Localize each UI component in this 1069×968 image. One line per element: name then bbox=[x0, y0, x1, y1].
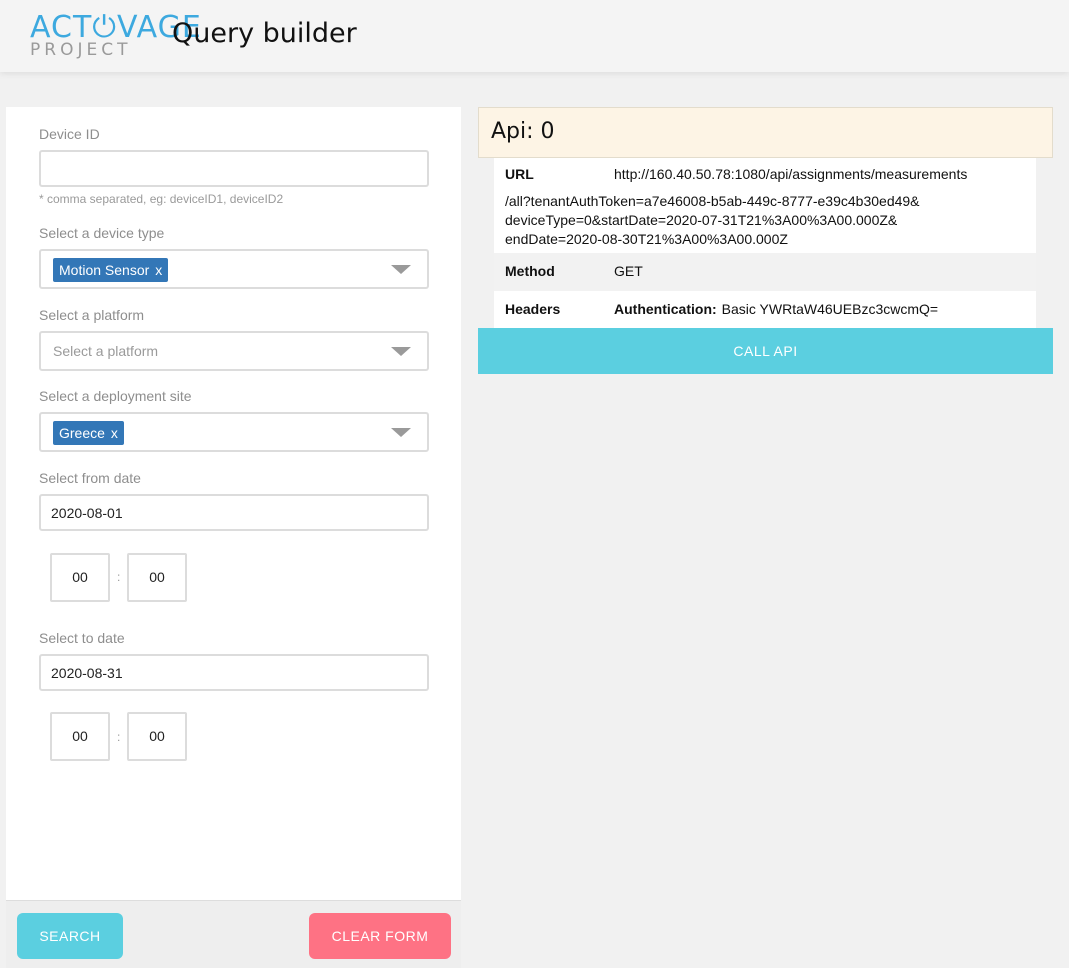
chevron-down-icon[interactable] bbox=[391, 428, 411, 437]
platform-placeholder: Select a platform bbox=[53, 343, 159, 359]
remove-tag-icon[interactable]: x bbox=[155, 262, 162, 278]
device-id-hint: * comma separated, eg: deviceID1, device… bbox=[39, 192, 284, 206]
time-separator: : bbox=[117, 570, 121, 584]
device-type-label: Select a device type bbox=[39, 225, 165, 241]
to-date-input[interactable] bbox=[39, 654, 429, 691]
device-id-input[interactable] bbox=[39, 150, 429, 187]
method-value: GET bbox=[614, 263, 643, 279]
api-title: Api: 0 bbox=[491, 119, 555, 144]
url-value-line: /all?tenantAuthToken=a7e46008-b5ab-449c-… bbox=[505, 193, 920, 209]
time-separator: : bbox=[117, 730, 121, 744]
url-key: URL bbox=[505, 166, 534, 182]
api-details-table: URL http://160.40.50.78:1080/api/assignm… bbox=[494, 158, 1036, 328]
clear-form-button[interactable]: CLEAR FORM bbox=[309, 913, 451, 959]
from-date-label: Select from date bbox=[39, 470, 141, 486]
headers-value: Authentication: Basic YWRtaW46UEBzc3cwcmQ… bbox=[614, 301, 938, 317]
device-type-select[interactable]: Motion Sensor x bbox=[39, 249, 429, 289]
api-panel-header: Api: 0 bbox=[478, 107, 1053, 158]
device-id-label: Device ID bbox=[39, 126, 100, 142]
method-row: Method GET bbox=[494, 253, 1036, 291]
chevron-down-icon[interactable] bbox=[391, 347, 411, 356]
form-footer: SEARCH CLEAR FORM bbox=[6, 900, 461, 968]
headers-row: Headers Authentication: Basic YWRtaW46UEB… bbox=[494, 291, 1036, 328]
url-value-line: http://160.40.50.78:1080/api/assignments… bbox=[614, 166, 968, 182]
url-value-continued: /all?tenantAuthToken=a7e46008-b5ab-449c-… bbox=[505, 192, 1025, 249]
to-hour-input[interactable]: 00 bbox=[50, 712, 110, 761]
chevron-down-icon[interactable] bbox=[391, 265, 411, 274]
platform-label: Select a platform bbox=[39, 307, 145, 323]
url-value-line: deviceType=0&startDate=2020-07-31T21%3A0… bbox=[505, 212, 898, 228]
logo-subtitle: PROJECT bbox=[30, 40, 132, 60]
from-hour-input[interactable]: 00 bbox=[50, 553, 110, 602]
platform-select[interactable]: Select a platform bbox=[39, 331, 429, 371]
deployment-site-label: Select a deployment site bbox=[39, 388, 192, 404]
headers-key: Headers bbox=[505, 301, 561, 317]
method-key: Method bbox=[505, 263, 555, 279]
url-row: URL http://160.40.50.78:1080/api/assignm… bbox=[494, 158, 1036, 253]
tag-label: Motion Sensor bbox=[59, 262, 150, 278]
search-button[interactable]: SEARCH bbox=[17, 913, 123, 959]
from-date-input[interactable] bbox=[39, 494, 429, 531]
header-name: Authentication: bbox=[614, 301, 717, 317]
deployment-site-tag: Greece x bbox=[53, 421, 124, 445]
call-api-button[interactable]: CALL API bbox=[478, 328, 1053, 374]
remove-tag-icon[interactable]: x bbox=[111, 425, 118, 441]
tag-label: Greece bbox=[59, 425, 105, 441]
url-value-line: endDate=2020-08-30T21%3A00%3A00.000Z bbox=[505, 231, 788, 247]
app-header: ACT⏻VAGE PROJECT Query builder bbox=[0, 0, 1069, 72]
page-title: Query builder bbox=[172, 18, 357, 49]
deployment-site-select[interactable]: Greece x bbox=[39, 412, 429, 452]
from-minute-input[interactable]: 00 bbox=[127, 553, 187, 602]
to-date-label: Select to date bbox=[39, 630, 125, 646]
header-value: Basic YWRtaW46UEBzc3cwcmQ= bbox=[721, 301, 939, 317]
to-minute-input[interactable]: 00 bbox=[127, 712, 187, 761]
query-form-panel: Device ID * comma separated, eg: deviceI… bbox=[6, 107, 461, 968]
device-type-tag: Motion Sensor x bbox=[53, 258, 169, 282]
activage-logo: ACT⏻VAGE PROJECT bbox=[30, 10, 201, 62]
